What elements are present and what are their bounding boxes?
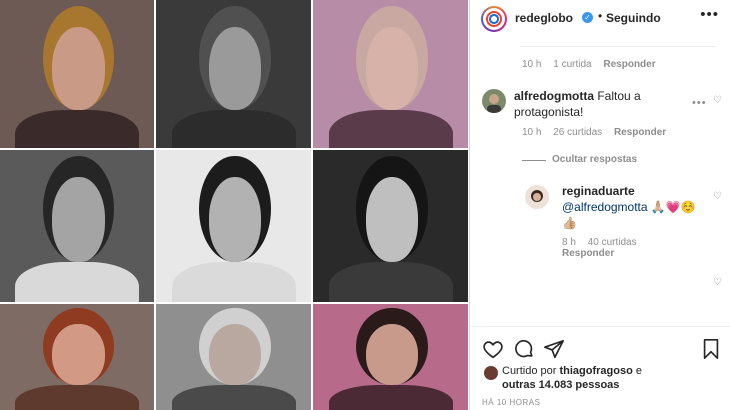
post-header: redeglobo ✓ • Seguindo ••• xyxy=(470,0,730,36)
portrait-body xyxy=(328,109,453,148)
mention-link[interactable]: @alfredogmotta xyxy=(562,200,648,214)
header-separator: • xyxy=(598,9,603,23)
portrait-body xyxy=(15,385,139,410)
hide-replies-button[interactable]: Ocultar respostas xyxy=(552,154,637,165)
portrait-body xyxy=(171,385,296,410)
portrait-body xyxy=(328,385,453,410)
avatar[interactable] xyxy=(482,89,506,113)
globo-logo-icon xyxy=(486,11,502,27)
reginaduarte-avatar-icon xyxy=(525,185,549,209)
portrait-face xyxy=(365,177,419,263)
liked-prefix: Curtido por xyxy=(502,365,560,377)
portrait-face xyxy=(365,323,419,386)
following-button[interactable]: Seguindo xyxy=(606,11,661,25)
comment-time: 10 h xyxy=(522,59,542,70)
liker-avatar[interactable] xyxy=(484,366,498,380)
photo-woman-auburn-hair xyxy=(0,304,154,410)
portrait-body xyxy=(171,262,296,302)
reply-username[interactable]: reginaduarte xyxy=(562,184,635,198)
portrait-face xyxy=(208,26,262,110)
comment-username[interactable]: alfredogmotta xyxy=(514,89,594,103)
reply-button[interactable]: Responder xyxy=(562,248,614,259)
photo-woman-dark-short-hair xyxy=(313,304,468,410)
likes-count-link[interactable]: outras 14.083 pessoas xyxy=(502,379,619,391)
portrait-face xyxy=(52,323,105,386)
alfredogmotta-avatar-icon xyxy=(482,89,506,113)
reply-text: reginaduarte @alfredogmotta 🙏🏼💗☺️ 👍🏼 xyxy=(562,183,702,231)
comments-panel: redeglobo ✓ • Seguindo ••• 10 h 1 curtid… xyxy=(469,0,730,410)
reply-meta: 8 h 40 curtidas Responder xyxy=(562,237,702,259)
comment-time: 10 h xyxy=(522,127,542,138)
portrait-body xyxy=(328,262,453,302)
liked-mid: e xyxy=(632,365,643,377)
account-username[interactable]: redeglobo xyxy=(515,11,573,25)
like-reply-heart-icon[interactable]: ♡ xyxy=(713,191,722,202)
comment-likes[interactable]: 40 curtidas xyxy=(588,237,637,248)
reply-emojis: 🙏🏼💗☺️ xyxy=(647,200,696,214)
save-bookmark-icon[interactable] xyxy=(700,338,722,360)
comment-options-icon[interactable]: ••• xyxy=(692,97,707,109)
actions-divider xyxy=(470,326,730,327)
portrait-face xyxy=(365,26,419,110)
comment-likes[interactable]: 1 curtida xyxy=(553,59,591,70)
portrait-face xyxy=(52,26,105,110)
comment-text: alfredogmotta Faltou a protagonista! xyxy=(514,88,684,120)
replies-line xyxy=(522,160,546,161)
comment-divider xyxy=(520,46,716,47)
like-comment-heart-icon[interactable]: ♡ xyxy=(713,277,722,288)
photo-man-glasses xyxy=(156,304,311,410)
photo-woman-blonde-hair xyxy=(313,0,468,148)
comment-likes[interactable]: 26 curtidas xyxy=(553,127,602,138)
like-heart-icon[interactable] xyxy=(482,338,504,360)
account-avatar[interactable] xyxy=(481,6,507,32)
portrait-face xyxy=(208,177,262,263)
comment-meta: 10 h 26 curtidas Responder xyxy=(522,127,675,138)
liker-username[interactable]: thiagofragoso xyxy=(559,365,632,377)
portrait-body xyxy=(15,109,139,148)
reply-button[interactable]: Responder xyxy=(603,59,655,70)
portrait-body xyxy=(171,109,296,148)
post-timestamp[interactable]: HÁ 10 HORAS xyxy=(482,398,540,407)
portrait-face xyxy=(52,177,105,263)
like-comment-heart-icon[interactable]: ♡ xyxy=(713,95,722,106)
share-send-icon[interactable] xyxy=(543,338,565,360)
more-options-icon[interactable]: ••• xyxy=(700,6,719,23)
portrait-body xyxy=(15,262,139,302)
reply-emojis-line2: 👍🏼 xyxy=(562,216,577,230)
reply-button[interactable]: Responder xyxy=(614,127,666,138)
avatar[interactable] xyxy=(525,185,549,209)
comment-bubble-icon[interactable] xyxy=(513,338,535,360)
photo-smiling-woman-bw xyxy=(313,150,468,302)
post-image-grid[interactable] xyxy=(0,0,468,410)
photo-woman-red-hair xyxy=(0,0,154,148)
portrait-face xyxy=(208,323,262,386)
photo-young-woman-bw xyxy=(156,150,311,302)
likes-summary: Curtido por thiagofragoso e outras 14.08… xyxy=(502,364,702,392)
comment-meta: 10 h 1 curtida Responder xyxy=(522,59,665,70)
photo-young-man-bw xyxy=(0,150,154,302)
photo-man-gray-hair xyxy=(156,0,311,148)
verified-badge-icon: ✓ xyxy=(582,12,593,23)
comment-time: 8 h xyxy=(562,237,576,248)
